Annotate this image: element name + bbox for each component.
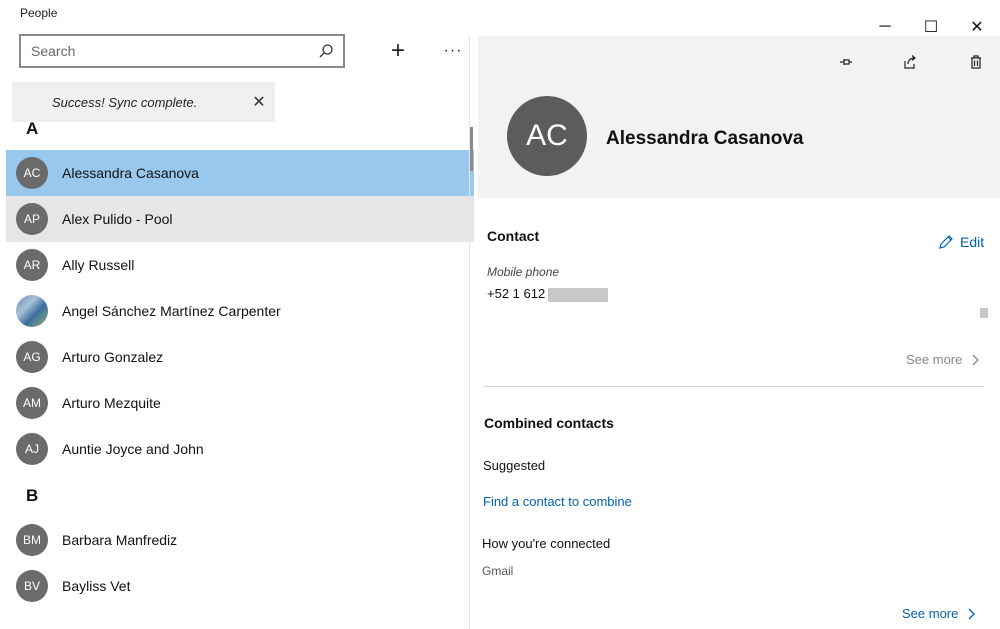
see-more-contact-link[interactable]: See more: [906, 352, 982, 367]
avatar-photo: [16, 295, 48, 327]
contact-row[interactable]: BM Barbara Manfrediz: [6, 517, 474, 563]
combined-section-title: Combined contacts: [484, 415, 614, 431]
avatar: AC: [16, 157, 48, 189]
section-divider: [484, 386, 984, 387]
contact-row[interactable]: AJ Auntie Joyce and John: [6, 426, 474, 472]
phone-value[interactable]: +52 1 612: [487, 286, 545, 301]
contact-name: Alex Pulido - Pool: [62, 211, 173, 227]
search-icon[interactable]: [309, 36, 343, 66]
avatar: AG: [16, 341, 48, 373]
search-box: [19, 34, 345, 68]
contact-row[interactable]: Angel Sánchez Martínez Carpenter: [6, 288, 474, 334]
contact-name: Ally Russell: [62, 257, 135, 273]
delete-icon[interactable]: [962, 48, 990, 76]
edit-button[interactable]: Edit: [938, 234, 984, 250]
pin-icon[interactable]: [832, 48, 860, 76]
scroll-indicator: [980, 308, 988, 318]
connected-label: How you're connected: [482, 536, 611, 551]
chevron-right-icon: [968, 608, 976, 619]
source-label: Gmail: [482, 564, 514, 578]
toast-message: Success! Sync complete.: [52, 94, 198, 110]
search-input[interactable]: [21, 36, 309, 66]
toast-close-button[interactable]: ✕: [243, 86, 275, 118]
avatar: AR: [16, 249, 48, 281]
contact-detail-pane: AC Alessandra Casanova Contact Edit Mobi…: [469, 36, 1000, 629]
group-header-a[interactable]: A: [26, 119, 38, 139]
phone-label: Mobile phone: [487, 265, 560, 279]
contact-row[interactable]: AP Alex Pulido - Pool: [6, 196, 474, 242]
contact-name: Arturo Mezquite: [62, 395, 161, 411]
edit-label: Edit: [960, 234, 985, 250]
add-contact-button[interactable]: +: [383, 36, 413, 66]
avatar: AM: [16, 387, 48, 419]
contact-name: Auntie Joyce and John: [62, 441, 204, 457]
see-more-combined-link[interactable]: See more: [902, 606, 978, 621]
contact-section-title: Contact: [487, 228, 540, 244]
pencil-icon: [939, 235, 953, 249]
find-contact-link[interactable]: Find a contact to combine: [483, 494, 632, 509]
avatar: AP: [16, 203, 48, 235]
contact-name: Alessandra Casanova: [62, 165, 199, 181]
contact-name: Angel Sánchez Martínez Carpenter: [62, 303, 281, 319]
contact-name: Arturo Gonzalez: [62, 349, 164, 365]
app-title: People: [20, 6, 58, 20]
sync-toast: Success! Sync complete. ✕: [12, 82, 275, 122]
more-options-button[interactable]: ···: [438, 36, 468, 66]
contact-row[interactable]: AC Alessandra Casanova: [6, 150, 474, 196]
avatar: BV: [16, 570, 48, 602]
contact-row[interactable]: AG Arturo Gonzalez: [6, 334, 474, 380]
contact-name: Bayliss Vet: [62, 578, 131, 594]
suggested-label: Suggested: [483, 458, 546, 473]
contact-row[interactable]: AR Ally Russell: [6, 242, 474, 288]
group-header-b[interactable]: B: [26, 486, 38, 506]
detail-contact-name: Alessandra Casanova: [606, 128, 804, 149]
detail-header: AC Alessandra Casanova: [478, 36, 1000, 198]
contact-name: Barbara Manfrediz: [62, 532, 178, 548]
redacted-block: [548, 288, 608, 302]
contact-row[interactable]: AM Arturo Mezquite: [6, 380, 474, 426]
chevron-right-icon: [972, 354, 980, 365]
avatar: AJ: [16, 433, 48, 465]
see-more-label: See more: [902, 606, 959, 621]
see-more-label: See more: [906, 352, 963, 367]
contact-row[interactable]: BV Bayliss Vet: [6, 563, 474, 609]
avatar: BM: [16, 524, 48, 556]
detail-avatar: AC: [507, 96, 587, 176]
share-icon[interactable]: [896, 48, 924, 76]
